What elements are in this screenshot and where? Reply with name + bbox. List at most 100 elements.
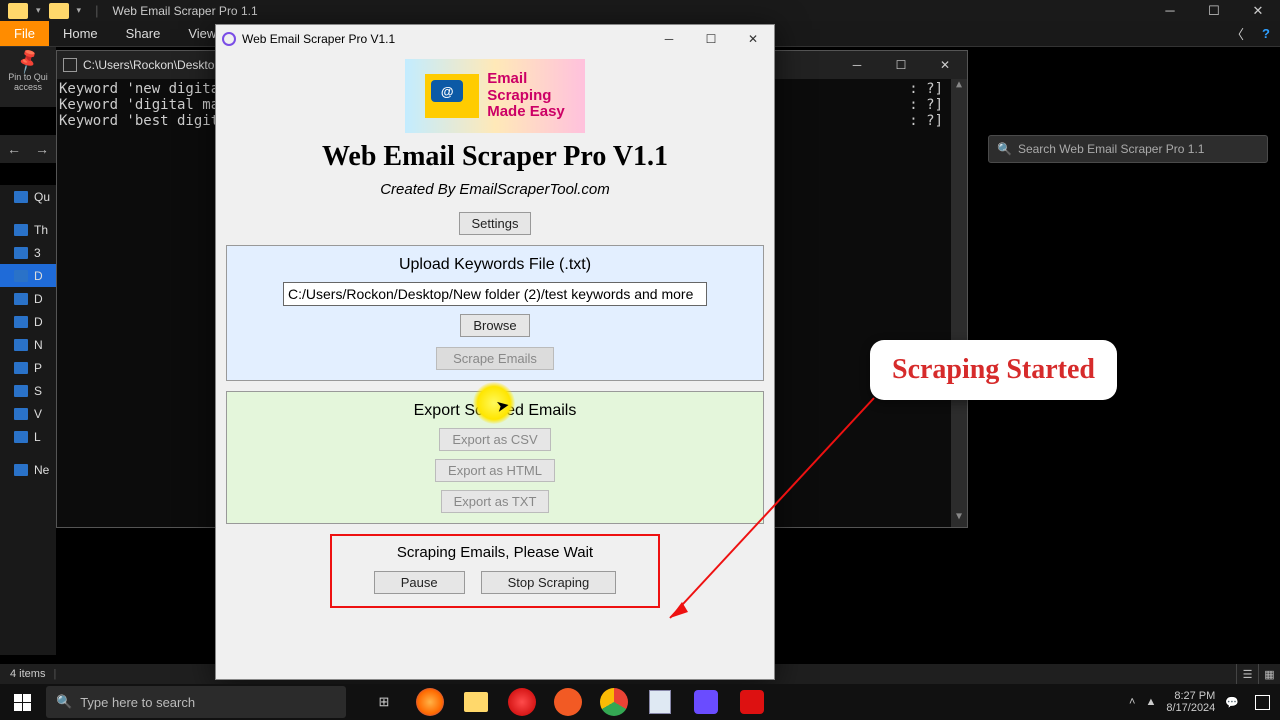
upload-panel-title: Upload Keywords File (.txt) bbox=[237, 256, 753, 274]
console-line: : ?] bbox=[909, 81, 943, 97]
taskbar-app-explorer[interactable] bbox=[454, 684, 498, 720]
folder-icon bbox=[8, 3, 28, 19]
console-maximize-button[interactable]: ☐ bbox=[879, 51, 923, 79]
scroll-down-icon[interactable]: ▼ bbox=[951, 511, 967, 527]
console-title: C:\Users\Rockon\Desktop bbox=[83, 58, 221, 72]
sidebar-item[interactable]: N bbox=[0, 333, 56, 356]
app-window-title: Web Email Scraper Pro V1.1 bbox=[242, 32, 395, 46]
ribbon-collapse-icon[interactable]: 〈 bbox=[1223, 21, 1252, 46]
taskbar-app-running[interactable] bbox=[684, 684, 728, 720]
explorer-window-title: Web Email Scraper Pro 1.1 bbox=[112, 4, 257, 18]
pin-label: access bbox=[0, 82, 56, 92]
console-line: Keyword 'digital mark bbox=[59, 97, 236, 113]
folder-icon bbox=[49, 3, 69, 19]
sidebar-item[interactable]: Ne bbox=[0, 458, 56, 481]
sidebar-item[interactable]: L bbox=[0, 425, 56, 448]
taskbar-app-recorder[interactable] bbox=[730, 684, 774, 720]
taskbar-app-opera[interactable] bbox=[500, 684, 544, 720]
sidebar-item[interactable]: V bbox=[0, 402, 56, 425]
ribbon-tab-share[interactable]: Share bbox=[112, 21, 175, 46]
sidebar-item[interactable]: D bbox=[0, 310, 56, 333]
taskbar-search-placeholder: Type here to search bbox=[80, 695, 195, 710]
sidebar-item[interactable]: P bbox=[0, 356, 56, 379]
explorer-minimize-button[interactable]: ─ bbox=[1148, 0, 1192, 21]
console-scrollbar[interactable]: ▲ ▼ bbox=[951, 79, 967, 527]
show-desktop-button[interactable] bbox=[1255, 695, 1270, 710]
drive-icon bbox=[14, 339, 28, 351]
settings-button[interactable]: Settings bbox=[459, 212, 532, 235]
ribbon-help-icon[interactable]: ? bbox=[1252, 21, 1280, 46]
drive-icon bbox=[14, 293, 28, 305]
explorer-sidebar: Qu Th 3 D D D N P S V L Ne bbox=[0, 185, 56, 655]
view-tiles-icon[interactable]: ▦ bbox=[1258, 664, 1280, 684]
explorer-close-button[interactable]: ✕ bbox=[1236, 0, 1280, 21]
tray-network-icon[interactable]: ▲ bbox=[1145, 696, 1156, 708]
sidebar-item[interactable]: S bbox=[0, 379, 56, 402]
nav-forward-icon[interactable]: → bbox=[35, 141, 49, 157]
qat-dropdown-icon[interactable]: ▾ bbox=[77, 5, 82, 16]
console-line: : ?] bbox=[909, 113, 943, 129]
status-item-count: 4 items bbox=[10, 668, 45, 680]
sidebar-item[interactable]: 3 bbox=[0, 241, 56, 264]
network-icon bbox=[14, 464, 28, 476]
task-view-button[interactable]: ⊞ bbox=[362, 684, 406, 720]
app-titlebar[interactable]: Web Email Scraper Pro V1.1 ─ ☐ ✕ bbox=[216, 25, 774, 53]
app-banner: @ Email Scraping Made Easy bbox=[405, 59, 585, 133]
taskbar-app-brave[interactable] bbox=[546, 684, 590, 720]
tray-chevron-up-icon[interactable]: ˄ bbox=[1129, 696, 1135, 708]
scroll-up-icon[interactable]: ▲ bbox=[951, 79, 967, 95]
app-close-button[interactable]: ✕ bbox=[732, 25, 774, 53]
export-txt-button[interactable]: Export as TXT bbox=[441, 490, 550, 513]
taskbar-app-firefox[interactable] bbox=[408, 684, 452, 720]
explorer-maximize-button[interactable]: ☐ bbox=[1192, 0, 1236, 21]
search-placeholder: Search Web Email Scraper Pro 1.1 bbox=[1018, 142, 1205, 156]
console-line: Keyword 'best digital bbox=[59, 113, 236, 129]
explorer-search-box[interactable]: 🔍 Search Web Email Scraper Pro 1.1 bbox=[988, 135, 1268, 163]
keywords-path-input[interactable] bbox=[283, 282, 707, 306]
view-details-icon[interactable]: ☰ bbox=[1236, 664, 1258, 684]
start-button[interactable] bbox=[0, 684, 44, 720]
sidebar-item[interactable]: Th bbox=[0, 218, 56, 241]
pause-button[interactable]: Pause bbox=[374, 571, 465, 594]
tray-notifications-icon[interactable]: 💬 bbox=[1225, 696, 1239, 709]
taskbar-app-chrome[interactable] bbox=[592, 684, 636, 720]
console-close-button[interactable]: ✕ bbox=[923, 51, 967, 79]
export-html-button[interactable]: Export as HTML bbox=[435, 459, 555, 482]
banner-text: Email Scraping Made Easy bbox=[487, 71, 565, 121]
explorer-nav-buttons: ← → bbox=[0, 135, 56, 163]
export-panel-title: Export Scraped Emails bbox=[237, 402, 753, 420]
sidebar-item[interactable]: D bbox=[0, 287, 56, 310]
drive-icon bbox=[14, 408, 28, 420]
search-icon: 🔍 bbox=[56, 694, 72, 710]
taskbar-app-notepad[interactable] bbox=[638, 684, 682, 720]
star-icon bbox=[14, 191, 28, 203]
qat-dropdown-icon[interactable]: ▾ bbox=[36, 5, 41, 16]
pin-to-quick-access[interactable]: 📌 Pin to Qui access bbox=[0, 47, 56, 107]
export-panel: Export Scraped Emails Export as CSV Expo… bbox=[226, 391, 764, 524]
taskbar-search-box[interactable]: 🔍 Type here to search bbox=[46, 686, 346, 718]
ribbon-tab-file[interactable]: File bbox=[0, 21, 49, 46]
export-csv-button[interactable]: Export as CSV bbox=[439, 428, 550, 451]
app-maximize-button[interactable]: ☐ bbox=[690, 25, 732, 53]
app-minimize-button[interactable]: ─ bbox=[648, 25, 690, 53]
app-subtitle: Created By EmailScraperTool.com bbox=[216, 181, 774, 198]
console-minimize-button[interactable]: ─ bbox=[835, 51, 879, 79]
sidebar-item[interactable]: D bbox=[0, 264, 56, 287]
scrape-emails-button[interactable]: Scrape Emails bbox=[436, 347, 554, 370]
sidebar-item[interactable]: Qu bbox=[0, 185, 56, 208]
drive-icon bbox=[14, 431, 28, 443]
taskbar: 🔍 Type here to search ⊞ ˄ ▲ 8:27 PM 8/17… bbox=[0, 684, 1280, 720]
browse-button[interactable]: Browse bbox=[460, 314, 529, 337]
scraping-status-panel: Scraping Emails, Please Wait Pause Stop … bbox=[330, 534, 660, 608]
drive-icon bbox=[14, 224, 28, 236]
stop-scraping-button[interactable]: Stop Scraping bbox=[481, 571, 617, 594]
annotation-callout: Scraping Started bbox=[870, 340, 1117, 400]
upload-panel: Upload Keywords File (.txt) Browse Scrap… bbox=[226, 245, 764, 381]
nav-back-icon[interactable]: ← bbox=[7, 141, 21, 157]
console-line: : ?] bbox=[909, 97, 943, 113]
ribbon-tab-home[interactable]: Home bbox=[49, 21, 112, 46]
drive-icon bbox=[14, 316, 28, 328]
drive-icon bbox=[14, 247, 28, 259]
app-icon bbox=[222, 32, 236, 46]
tray-clock[interactable]: 8:27 PM 8/17/2024 bbox=[1166, 690, 1215, 714]
